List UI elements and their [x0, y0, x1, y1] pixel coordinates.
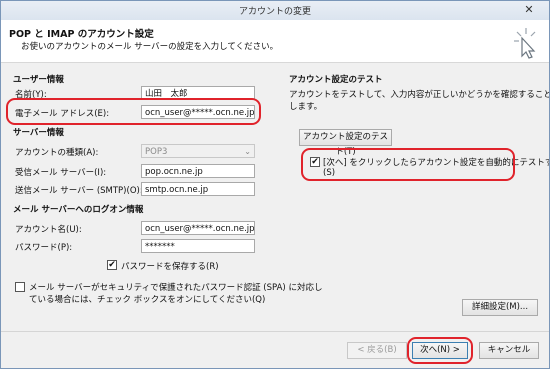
- account-type-select[interactable]: POP3 ⌄: [141, 144, 255, 158]
- dialog-body: ユーザー情報 名前(Y): 山田 太郎 電子メール アドレス(E): ocn_u…: [1, 63, 549, 368]
- cursor-click-icon: [514, 28, 536, 59]
- save-password-label: パスワードを保存する(R): [121, 262, 219, 272]
- incoming-server-label: 受信メール サーバー(I):: [15, 168, 107, 178]
- account-name-label: アカウント名(U):: [15, 225, 82, 235]
- back-button[interactable]: < 戻る(B): [347, 342, 407, 359]
- dialog-header: POP と IMAP のアカウント設定 お使いのアカウントのメール サーバーの設…: [1, 20, 549, 63]
- password-label: パスワード(P):: [15, 243, 73, 253]
- page-title: POP と IMAP のアカウント設定: [9, 29, 154, 40]
- auto-test-highlight: [301, 148, 515, 181]
- server-info-heading: サーバー情報: [13, 128, 64, 138]
- close-icon[interactable]: ✕: [515, 2, 543, 17]
- outgoing-server-label: 送信メール サーバー (SMTP)(O):: [15, 186, 143, 196]
- test-description-line2: します。: [289, 102, 323, 112]
- spa-label-line2: ている場合には、チェック ボックスをオンにしてください(Q): [29, 295, 266, 305]
- spa-checkbox[interactable]: [15, 282, 25, 292]
- title-bar: アカウントの変更 ✕: [1, 1, 549, 21]
- window-title: アカウントの変更: [238, 7, 311, 17]
- test-description-line1: アカウントをテストして、入力内容が正しいかどうかを確認することをお勧め: [289, 90, 549, 100]
- account-settings-dialog: アカウントの変更 ✕ POP と IMAP のアカウント設定 お使いのアカウント…: [0, 0, 550, 369]
- account-name-field[interactable]: ocn_user@*****.ocn.ne.jp: [141, 221, 255, 235]
- next-highlight: [407, 337, 473, 364]
- spa-label-line1: メール サーバーがセキュリティで保護されたパスワード認証 (SPA) に対応し: [29, 283, 323, 293]
- logon-info-heading: メール サーバーへのログオン情報: [13, 205, 144, 215]
- advanced-settings-button[interactable]: 詳細設定(M)...: [462, 299, 538, 316]
- password-field[interactable]: *******: [141, 239, 255, 253]
- email-highlight: [6, 98, 261, 125]
- test-account-button[interactable]: アカウント設定のテスト(T): [299, 129, 392, 157]
- page-subtitle: お使いのアカウントのメール サーバーの設定を入力してください。: [21, 42, 279, 52]
- footer-divider: [1, 331, 549, 332]
- incoming-server-field[interactable]: pop.ocn.ne.jp: [141, 164, 255, 178]
- outgoing-server-field[interactable]: smtp.ocn.ne.jp: [141, 182, 255, 196]
- chevron-down-icon: ⌄: [244, 147, 251, 156]
- cancel-button[interactable]: キャンセル: [479, 342, 539, 359]
- save-password-checkbox[interactable]: ✔: [107, 260, 117, 270]
- test-heading: アカウント設定のテスト: [289, 75, 383, 85]
- account-type-value: POP3: [145, 147, 168, 157]
- user-info-heading: ユーザー情報: [13, 75, 64, 85]
- account-type-label: アカウントの種類(A):: [15, 148, 99, 158]
